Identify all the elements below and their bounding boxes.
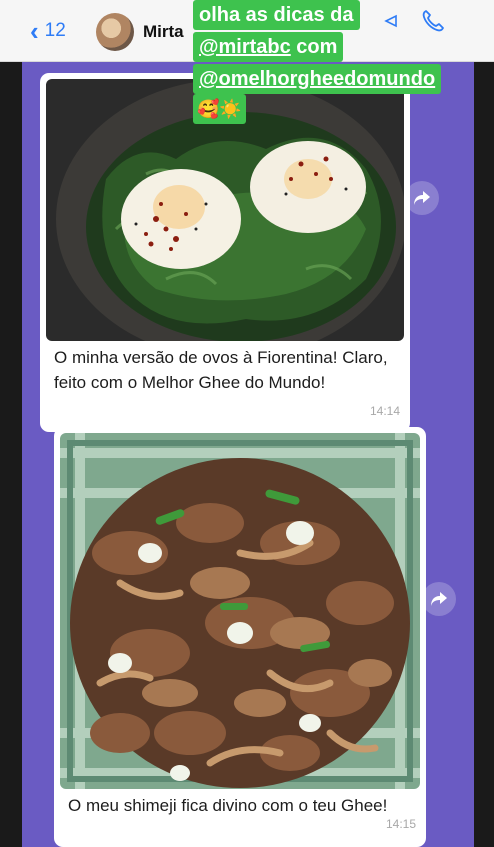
- chevron-left-icon: ‹: [30, 16, 39, 46]
- mention-omelhorgheedomundo[interactable]: @omelhorgheedomundo: [199, 68, 435, 90]
- forward-button[interactable]: [405, 181, 439, 215]
- message-bubble[interactable]: O meu shimeji fica divino com o teu Ghee…: [54, 427, 426, 847]
- share-arrow-icon: [414, 191, 430, 205]
- message-caption: O minha versão de ovos à Fiorentina! Cla…: [54, 348, 388, 392]
- story-emoji-line: 🥰☀️: [193, 94, 246, 124]
- video-call-icon[interactable]: [384, 14, 398, 28]
- share-arrow-icon: [431, 592, 447, 606]
- story-text-line: @mirtabc com: [193, 32, 344, 62]
- message-time: 14:15: [385, 817, 416, 831]
- phone-icon[interactable]: [420, 8, 446, 34]
- message-bubble[interactable]: O minha versão de ovos à Fiorentina! Cla…: [40, 73, 410, 432]
- avatar[interactable]: [96, 13, 134, 51]
- message-photo-shimeji[interactable]: [60, 433, 420, 789]
- message-caption: O meu shimeji fica divino com o teu Ghee…: [68, 796, 388, 815]
- story-text-line: olha as dicas da: [193, 0, 360, 30]
- forward-button[interactable]: [422, 582, 456, 616]
- back-button[interactable]: ‹ 12: [30, 16, 66, 46]
- message-time: 14:14: [369, 404, 400, 418]
- contact-name[interactable]: Mirta: [143, 22, 184, 42]
- unread-count: 12: [44, 20, 66, 41]
- story-text-line: @omelhorgheedomundo: [193, 64, 442, 94]
- mention-mirtabc[interactable]: @mirtabc: [199, 36, 291, 58]
